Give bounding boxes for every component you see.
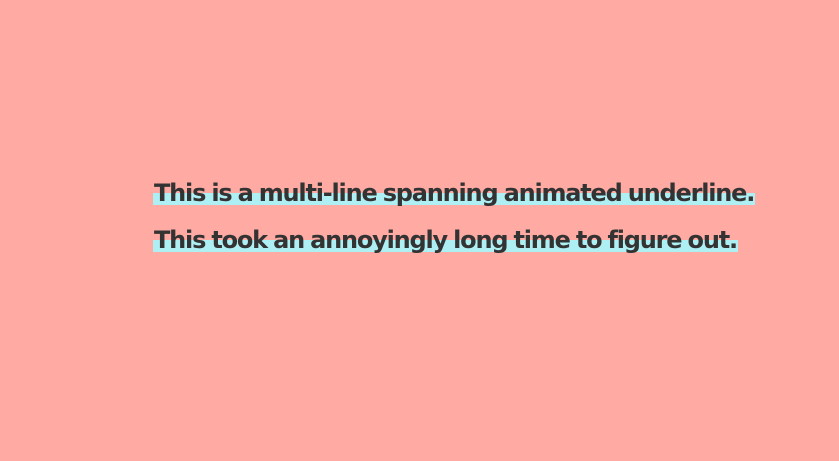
content-area: This is a multi-line spanning animated u… [153, 170, 793, 264]
page: { "main": { "paragraph_text": "This is a… [0, 0, 839, 461]
underlined-paragraph: This is a multi-line spanning animated u… [153, 170, 793, 264]
animated-underline-text: This is a multi-line spanning animated u… [153, 179, 755, 254]
